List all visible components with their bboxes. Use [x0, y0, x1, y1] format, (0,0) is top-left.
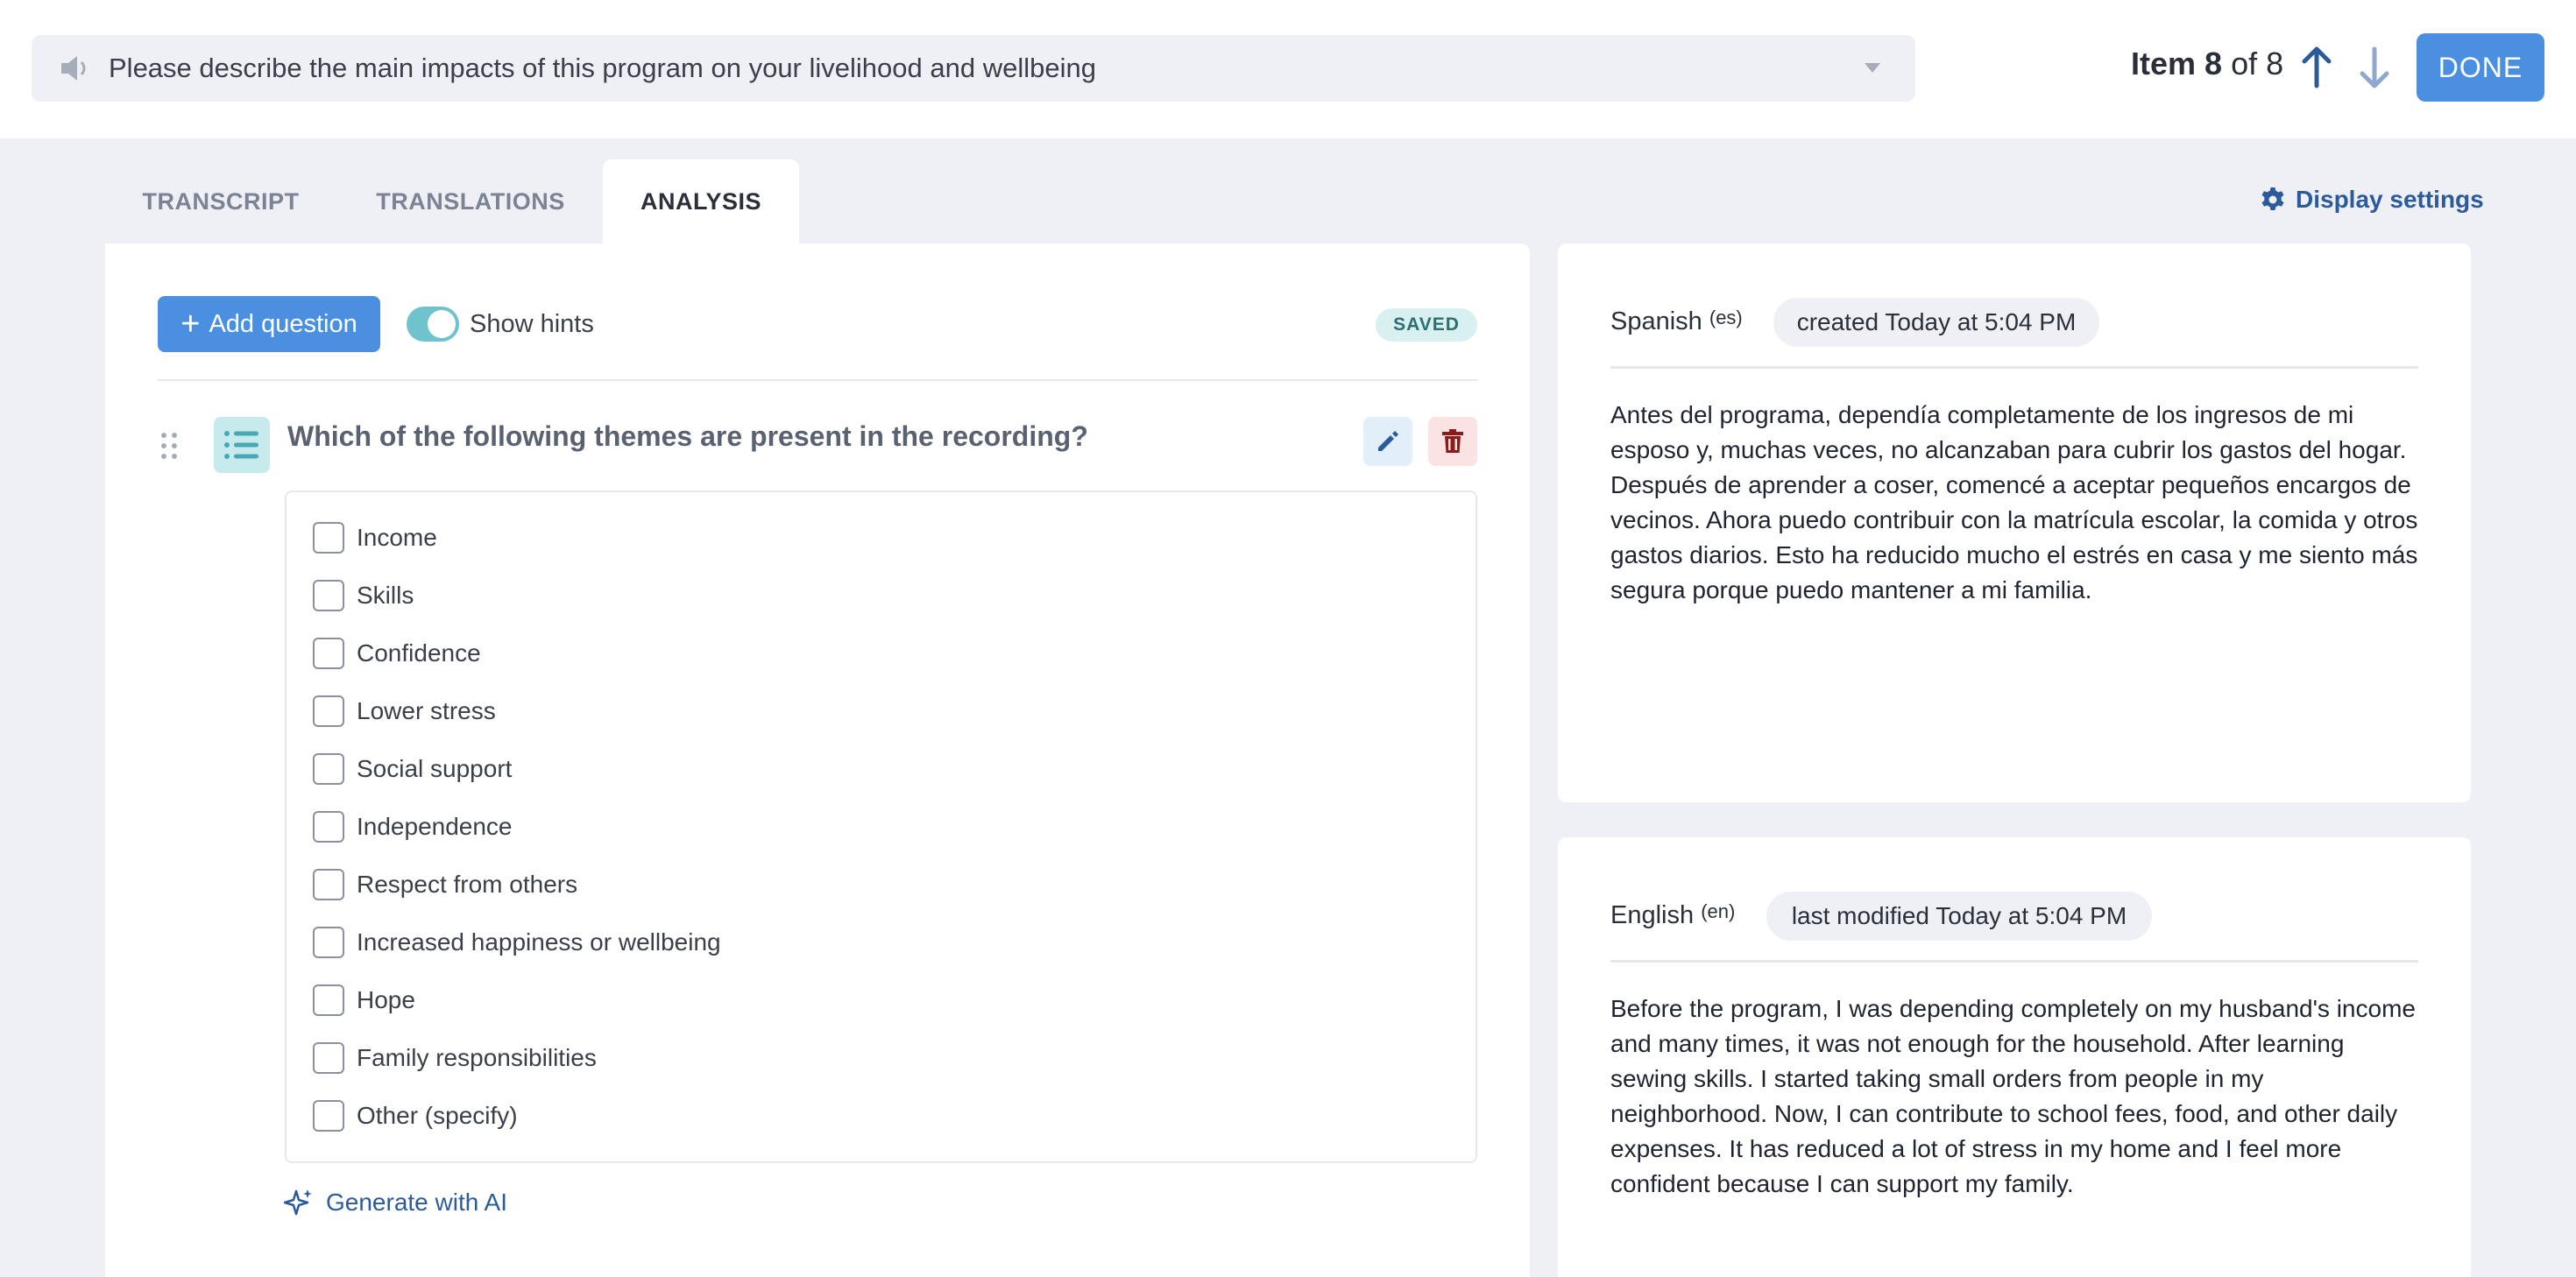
done-button[interactable]: DONE: [2417, 33, 2544, 102]
checkbox[interactable]: [313, 580, 344, 611]
generate-with-ai-label: Generate with AI: [326, 1189, 508, 1216]
option-item[interactable]: Income: [313, 519, 437, 557]
checkbox[interactable]: [313, 1100, 344, 1132]
transcript-card: Spanish (es) created Today at 5:04 PM An…: [1558, 243, 2471, 802]
options-list: Income Skills Confidence Lower stress So…: [285, 490, 1477, 1163]
option-item[interactable]: Lower stress: [313, 692, 496, 730]
transcript-text: Antes del programa, dependía completamen…: [1610, 401, 2418, 603]
option-label: Family responsibilities: [357, 1044, 597, 1071]
checkbox[interactable]: [313, 522, 344, 554]
tab-transcript[interactable]: TRANSCRIPT: [124, 159, 317, 243]
toggle-knob: [428, 310, 456, 338]
add-question-button[interactable]: + Add question: [158, 296, 380, 352]
option-label: Social support: [357, 755, 513, 782]
language-name: English: [1610, 901, 1695, 929]
item-total: of 8: [2231, 46, 2284, 81]
question-select-text: Please describe the main impacts of this…: [109, 53, 1096, 83]
generate-with-ai-button[interactable]: Generate with AI: [284, 1188, 507, 1217]
checkbox[interactable]: [313, 1042, 344, 1074]
option-item[interactable]: Independence: [313, 808, 513, 846]
show-hints-label: Show hints: [470, 310, 594, 338]
option-label: Hope: [357, 986, 415, 1013]
translation-text[interactable]: Before the program, I was depending comp…: [1610, 991, 2425, 1202]
checkbox[interactable]: [313, 695, 344, 727]
checkbox[interactable]: [313, 984, 344, 1016]
checkbox[interactable]: [313, 811, 344, 843]
language-code: (en): [1701, 900, 1736, 922]
display-settings-button[interactable]: Display settings: [2259, 186, 2484, 214]
question-selector[interactable]: Please describe the main impacts of this…: [32, 35, 1915, 102]
previous-item-arrow-up-icon[interactable]: [2297, 44, 2336, 91]
next-item-arrow-down-icon[interactable]: [2355, 44, 2394, 91]
option-item[interactable]: Social support: [313, 750, 512, 788]
multiple-choice-list-icon: [214, 417, 270, 473]
trash-icon: [1442, 429, 1463, 453]
item-current: 8: [2204, 46, 2223, 81]
option-label: Confidence: [357, 639, 481, 667]
last-modified-status-pill: last modified Today at 5:04 PM: [1766, 892, 2152, 941]
analysis-panel: + Add question Show hints SAVED Which of…: [105, 243, 1530, 1277]
created-status-pill: created Today at 5:04 PM: [1773, 298, 2099, 347]
checkbox[interactable]: [313, 638, 344, 669]
card-divider: [1610, 366, 2418, 369]
chevron-down-icon: [1865, 63, 1880, 73]
item-counter: Item 8 of 8: [2131, 46, 2283, 82]
checkbox[interactable]: [313, 753, 344, 785]
option-label: Independence: [357, 813, 513, 840]
translation-language: English (en): [1610, 900, 1735, 930]
option-label: Lower stress: [357, 697, 496, 724]
question-title: Which of the following themes are presen…: [287, 420, 1088, 452]
divider: [158, 379, 1477, 381]
speaker-icon: [61, 56, 86, 81]
add-question-label: Add question: [209, 309, 357, 338]
card-divider: [1610, 960, 2418, 963]
language-name: Spanish: [1610, 307, 1702, 335]
plus-icon: +: [180, 306, 201, 342]
pencil-icon: [1378, 431, 1398, 451]
delete-question-button[interactable]: [1428, 417, 1477, 466]
option-item[interactable]: Other (specify): [313, 1097, 518, 1135]
edit-question-button[interactable]: [1363, 417, 1412, 466]
option-item[interactable]: Skills: [313, 576, 414, 615]
show-hints-toggle[interactable]: [407, 307, 459, 342]
item-prefix: Item: [2131, 46, 2197, 81]
option-label: Other (specify): [357, 1102, 518, 1129]
option-label: Income: [357, 524, 437, 551]
top-bar: Please describe the main impacts of this…: [0, 0, 2576, 138]
drag-handle-icon[interactable]: [159, 431, 179, 461]
gear-icon: [2261, 187, 2284, 210]
option-label: Skills: [357, 582, 414, 609]
sparkle-icon: [284, 1189, 312, 1216]
translation-card: English (en) last modified Today at 5:04…: [1558, 837, 2471, 1277]
option-item[interactable]: Confidence: [313, 634, 481, 673]
language-code: (es): [1709, 307, 1743, 328]
option-item[interactable]: Hope: [313, 981, 415, 1019]
tab-analysis[interactable]: ANALYSIS: [603, 159, 799, 243]
option-item[interactable]: Respect from others: [313, 865, 577, 904]
checkbox[interactable]: [313, 869, 344, 900]
tab-translations[interactable]: TRANSLATIONS: [361, 159, 580, 243]
option-label: Respect from others: [357, 871, 578, 898]
option-item[interactable]: Increased happiness or wellbeing: [313, 923, 721, 962]
option-label: Increased happiness or wellbeing: [357, 928, 721, 956]
display-settings-label: Display settings: [2296, 186, 2484, 213]
option-item[interactable]: Family responsibilities: [313, 1039, 597, 1077]
transcript-language: Spanish (es): [1610, 307, 1743, 336]
checkbox[interactable]: [313, 927, 344, 958]
saved-status-badge: SAVED: [1376, 308, 1477, 342]
